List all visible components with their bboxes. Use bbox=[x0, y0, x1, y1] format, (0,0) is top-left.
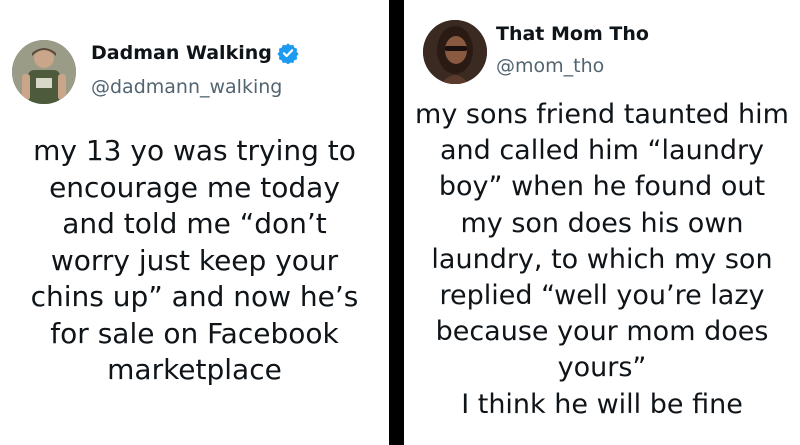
display-name-text: Dadman Walking bbox=[91, 42, 272, 64]
verified-badge-icon bbox=[277, 43, 299, 64]
post-text-line: chins up” and now he’s bbox=[30, 280, 359, 313]
post-text-line: worry just keep your bbox=[50, 243, 339, 277]
user-handle[interactable]: @mom_tho bbox=[496, 55, 604, 77]
user-handle[interactable]: @dadmann_walking bbox=[91, 76, 282, 98]
avatar[interactable] bbox=[423, 20, 487, 84]
display-name[interactable]: That Mom Tho bbox=[496, 23, 649, 45]
post-text-line: and told me “don’t bbox=[62, 207, 327, 240]
post-text-line: marketplace bbox=[107, 353, 282, 386]
display-name[interactable]: Dadman Walking bbox=[91, 42, 299, 64]
display-name-text: That Mom Tho bbox=[496, 23, 649, 45]
post-text-line: I think he will be fine bbox=[461, 388, 743, 420]
post-text-line: my sons friend taunted him bbox=[415, 99, 789, 130]
post-text: my sons friend taunted him and called hi… bbox=[404, 97, 800, 423]
post-text-line: replied “well you’re lazy bbox=[439, 280, 765, 312]
post-text-line: my son does his own bbox=[460, 207, 744, 239]
post-text-line: for sale on Facebook bbox=[50, 316, 339, 350]
post-text: my 13 yo was trying to encourage me toda… bbox=[0, 133, 389, 389]
post-text-line: boy” when he found out bbox=[438, 171, 766, 203]
post-text-line: and called him “laundry bbox=[439, 135, 765, 167]
post-text-line: laundry, to which my son bbox=[431, 243, 773, 275]
post-text-line: encourage me today bbox=[49, 170, 340, 204]
post-text-line: my 13 yo was trying to bbox=[33, 134, 356, 167]
post-text-line: because your mom does bbox=[435, 316, 769, 348]
post-text-line: yours” bbox=[557, 352, 647, 384]
avatar[interactable] bbox=[12, 40, 76, 104]
